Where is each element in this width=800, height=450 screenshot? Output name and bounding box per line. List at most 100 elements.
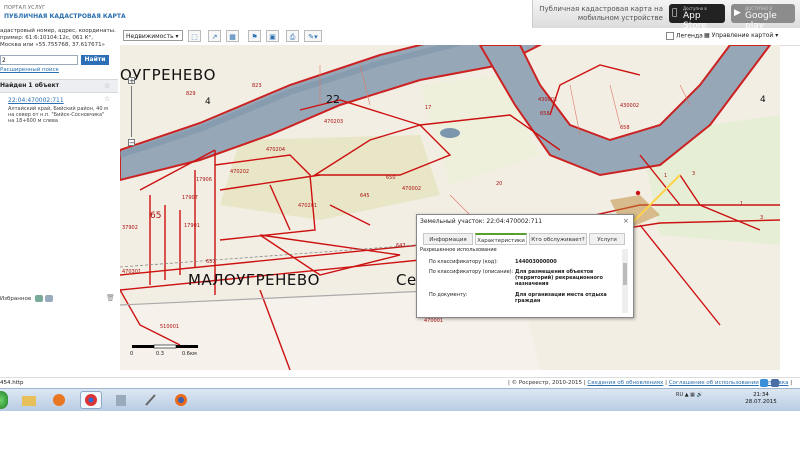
property-label: По классификатору (код): [429, 259, 498, 265]
select-tool-icon[interactable]: ⬚ [188, 30, 201, 42]
find-button[interactable]: Найти [81, 55, 109, 65]
scale-tick: 0.3 [156, 351, 164, 357]
parcel-label: 430002 [538, 97, 558, 103]
parcel-label: 470001 [424, 318, 444, 324]
parcel-label: 645 [360, 193, 370, 199]
wrench-icon [145, 394, 156, 406]
scale-bar: 0 0.3 0.6км [130, 344, 200, 358]
layer-select[interactable]: Недвижимость ▾ [123, 30, 183, 41]
favorites-bar[interactable]: Избранное [0, 294, 118, 304]
favorites-icon[interactable] [34, 295, 43, 302]
parcel-label: 823 [252, 83, 262, 89]
promo-text: Публичная кадастровая карта на мобильном… [539, 5, 663, 22]
cadastral-district-number: 22 [326, 93, 340, 106]
parcel-popup: Земельный участок: 22:04:470002:711 × Ин… [416, 214, 634, 318]
zoom-in-button[interactable]: + [128, 77, 135, 85]
parcel-label: 17901 [184, 223, 200, 229]
property-value: Для размещения объектов (территорий) рек… [515, 269, 603, 287]
draw-tool-icon[interactable]: ✎▾ [304, 30, 322, 42]
advanced-search-link[interactable]: Расширенный поиск [0, 67, 59, 73]
footer-links: | © Росреестр, 2010-2015 | Сведения об о… [508, 380, 793, 386]
explorer-icon[interactable] [18, 391, 40, 409]
parcel-label: 470201 [298, 203, 318, 209]
parcel-label: 20 [496, 181, 503, 187]
map-control-label: Управление картой [711, 32, 774, 39]
map-control-dropdown[interactable]: ▦ Управление картой ▾ [704, 30, 784, 41]
legend-checkbox[interactable] [666, 32, 674, 40]
tool-icon[interactable] [140, 391, 162, 409]
trash-icon[interactable]: 🗑 [106, 294, 115, 302]
media-player-icon[interactable] [48, 391, 70, 409]
updates-link[interactable]: Сведения об обновлениях [587, 380, 663, 386]
clock-date: 28.07.2015 [745, 399, 777, 405]
found-header: Найден 1 объект [0, 79, 118, 93]
app-icon[interactable] [110, 391, 132, 409]
terms-link[interactable]: Соглашение об использовании [669, 380, 759, 386]
flag-icon[interactable]: ⚑ [248, 30, 261, 42]
search-input[interactable]: 2 [0, 55, 78, 65]
buildings-icon[interactable]: ▦ [226, 30, 239, 42]
parcel-label: 470002 [402, 186, 422, 192]
start-button[interactable] [0, 391, 8, 409]
scale-bar-graphic [132, 344, 198, 349]
chrome-logo-icon [85, 394, 97, 406]
chrome-icon[interactable] [80, 391, 102, 409]
measure-icon[interactable]: ↗ [208, 30, 221, 42]
tab-who-serves[interactable]: Кто обслуживает? [529, 233, 587, 245]
top-bar: ПОРТАЛ УСЛУГ ПУБЛИЧНАЯ КАДАСТРОВАЯ КАРТА… [0, 0, 800, 31]
zoom-track[interactable] [131, 86, 132, 137]
tab-characteristics[interactable]: Характеристики [475, 233, 527, 245]
result-link[interactable]: 22:04:470002:711 [8, 97, 64, 104]
google-play-button[interactable]: ▶ ДОСТУПНО В Google play [731, 4, 795, 31]
bookmark-icon[interactable]: ▣ [266, 30, 279, 42]
apple-icon:  [672, 8, 677, 18]
parcel-label: 470202 [230, 169, 250, 175]
map-toolbar: Недвижимость ▾ ⬚ ↗ ▦ ⚑ ▣ ⎙ ✎▾ Легенда ▦ … [120, 28, 800, 46]
sidebar: адастровый номер, адрес, координаты. при… [0, 28, 121, 370]
legend-toggle[interactable]: Легенда [666, 32, 703, 40]
zoom-control[interactable]: + − [128, 77, 135, 147]
favorites-label: Избранное [0, 296, 32, 302]
star-icon[interactable]: ☆ [104, 95, 110, 103]
parcel-label: 430002 [620, 103, 640, 109]
tab-info[interactable]: Информация [423, 233, 473, 245]
print-icon[interactable]: ⎙ [286, 30, 299, 42]
favorites-icon[interactable] [44, 295, 53, 302]
zoom-out-button[interactable]: − [128, 139, 135, 147]
clock-time: 21:34 [753, 392, 769, 398]
parcel-label: 510001 [160, 324, 180, 330]
status-url: 454.http [0, 380, 24, 386]
app-store-button[interactable]:  Доступно в App Store [669, 4, 725, 31]
close-icon[interactable]: × [623, 217, 629, 225]
popup-scrollbar[interactable] [622, 249, 628, 313]
language-indicator[interactable]: RU [676, 392, 683, 398]
parcel-label: 17907 [182, 195, 198, 201]
tab-services[interactable]: Услуги [589, 233, 625, 245]
firefox-logo-icon [175, 394, 187, 406]
parcel-label: 658 [540, 111, 550, 117]
property-value: Для организации места отдыха граждан [515, 292, 607, 304]
star-icon[interactable]: ☆ [104, 82, 110, 90]
parcel-label: 17906 [196, 177, 212, 183]
property-label: По документу: [429, 292, 468, 298]
map-canvas[interactable]: ОУГРЕНЕВО МАЛОУГРЕНЕВО Се 22 4 4 470203 … [120, 45, 780, 370]
vk-icon[interactable] [771, 379, 779, 387]
portal-label[interactable]: ПОРТАЛ УСЛУГ [4, 5, 45, 11]
parcel-label: 658 [620, 125, 630, 131]
clock[interactable]: 21:34 28.07.2015 [744, 392, 778, 406]
map-drawing [120, 45, 780, 370]
twitter-icon[interactable] [760, 379, 768, 387]
parcel-label: 470203 [324, 119, 344, 125]
search-hint-line: Москва или «55.755768, 37.617671» [0, 42, 105, 48]
play-icon: ▶ [734, 8, 741, 18]
scrollbar-thumb[interactable] [623, 263, 627, 285]
firefox-icon[interactable] [170, 391, 192, 409]
town-label: Се [396, 271, 417, 289]
copyright: | © Росреестр, 2010-2015 | [508, 380, 586, 386]
parcel-label: 37902 [122, 225, 138, 231]
parcel-number: 4 [205, 97, 211, 107]
parcel-label: 647 [396, 243, 406, 249]
layer-select-value: Недвижимость [126, 33, 174, 40]
page-title[interactable]: ПУБЛИЧНАЯ КАДАСТРОВАЯ КАРТА [4, 13, 126, 20]
system-tray[interactable]: RU ▲ ▦ 🔊 [676, 392, 703, 398]
